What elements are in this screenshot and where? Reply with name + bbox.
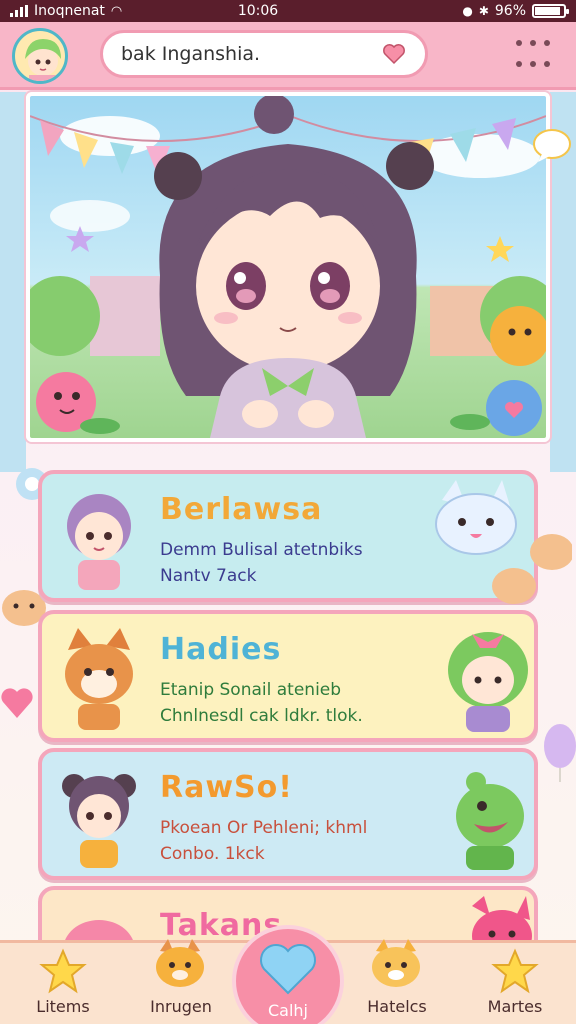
card-detail: Conbo. 1kck xyxy=(160,844,265,864)
card-subtitle: Pkoean Or Pehleni; khml xyxy=(160,818,368,838)
nav-item-calhj[interactable]: Calhj xyxy=(232,925,344,1024)
fox-avatar-icon xyxy=(54,624,144,734)
carrier-label: Inoqnenat xyxy=(34,3,105,19)
nav-label: Litems xyxy=(36,997,90,1016)
nav-item-martes[interactable]: Martes xyxy=(460,943,570,1024)
nav-item-inrugen[interactable]: Inrugen xyxy=(126,939,236,1024)
bottom-nav: Litems Inrugen Calhj Hatelcs Martes xyxy=(0,925,576,1024)
card-detail: Chnlnesdl cak ldkr. tlok. xyxy=(160,706,363,726)
chibi-girl-icon xyxy=(54,762,144,872)
wifi-icon: ◠ xyxy=(110,3,123,19)
app-header: bak Inganshia. xyxy=(0,22,576,90)
nav-label: Martes xyxy=(487,997,543,1016)
heart-icon[interactable] xyxy=(381,41,407,67)
signal-icon xyxy=(10,5,28,17)
balloon-heart-icon xyxy=(0,684,34,724)
bluetooth-icon: ✱ xyxy=(478,4,489,18)
card-detail: Nantv 7ack xyxy=(160,566,257,586)
avatar[interactable] xyxy=(12,28,68,84)
heart-icon xyxy=(260,944,316,995)
card-subtitle: Demm Bulisal atetnbiks xyxy=(160,540,363,560)
green-frog-icon xyxy=(432,758,532,874)
nav-label: Calhj xyxy=(267,1001,308,1020)
alarm-icon: ● xyxy=(462,4,473,18)
nav-label: Inrugen xyxy=(150,997,212,1016)
dog-icon xyxy=(156,939,204,987)
nav-item-hatelcs[interactable]: Hatelcs xyxy=(342,939,452,1024)
star-icon xyxy=(491,948,539,994)
speech-bubble-icon xyxy=(532,128,572,164)
hero-frame-left xyxy=(0,92,26,472)
card-subtitle: Etanip Sonail atenieb xyxy=(160,680,342,700)
list-card[interactable]: Hadies Etanip Sonail atenieb Chnlnesdl c… xyxy=(38,610,538,742)
balloon-icon xyxy=(540,722,576,782)
clock: 10:06 xyxy=(237,3,279,19)
star-icon xyxy=(39,948,87,994)
frog-hood-girl-icon xyxy=(432,620,532,736)
list-card[interactable]: Berlawsa Demm Bulisal atetnbiks Nantv 7a… xyxy=(38,470,574,604)
battery-percent: 96% xyxy=(494,3,526,19)
status-bar: Inoqnenat ◠ 10:06 ● ✱ 96% xyxy=(0,0,576,22)
nav-label: Hatelcs xyxy=(367,997,427,1016)
list-card[interactable]: RawSo! Pkoean Or Pehleni; khml Conbo. 1k… xyxy=(38,748,538,880)
girl-avatar-icon xyxy=(54,484,144,594)
card-title: Hadies xyxy=(160,632,282,667)
card-title: RawSo! xyxy=(160,770,293,805)
shiba-icon xyxy=(372,939,420,987)
battery-icon xyxy=(532,4,569,18)
search-input[interactable]: bak Inganshia. xyxy=(121,43,260,65)
cat-mascot-icon xyxy=(432,480,574,604)
menu-grid-icon[interactable] xyxy=(516,40,556,72)
card-title: Berlawsa xyxy=(160,492,323,527)
hero-illustration xyxy=(26,92,550,442)
search-bar[interactable]: bak Inganshia. xyxy=(100,30,428,78)
nav-item-litems[interactable]: Litems xyxy=(8,943,118,1024)
